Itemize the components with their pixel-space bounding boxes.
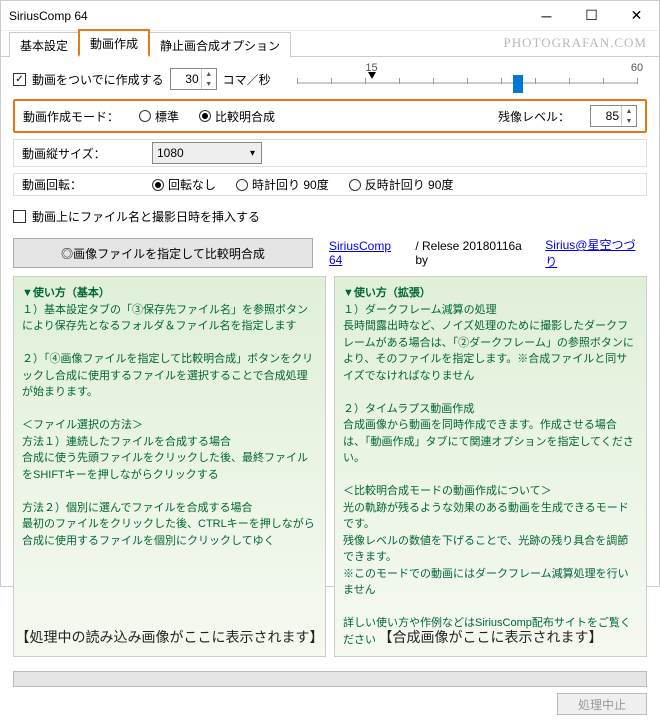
rot-radio-cw[interactable] (236, 179, 248, 191)
select-files-button[interactable]: ◎画像ファイルを指定して比較明合成 (13, 238, 313, 268)
afterimage-label: 残像レベル： (498, 108, 570, 125)
size-dropdown[interactable]: 1080 (152, 142, 262, 164)
tab-video[interactable]: 動画作成 (78, 29, 150, 57)
mode-radio-std[interactable] (139, 110, 151, 122)
insert-info-checkbox[interactable] (13, 210, 26, 223)
rotation-label: 動画回転： (22, 176, 132, 193)
make-video-label: 動画をついでに作成する (32, 71, 164, 88)
preview-placeholder-left: 【処理中の読み込み画像がここに表示されます】 (14, 627, 325, 648)
insert-info-label: 動画上にファイル名と撮影日時を挿入する (32, 208, 260, 225)
rot-radio-ccw[interactable] (349, 179, 361, 191)
rotation-row: 動画回転： 回転なし 時計回り 90度 反時計回り 90度 (13, 173, 647, 196)
fps-spinner[interactable]: ▲▼ (170, 68, 217, 90)
tab-composite-options[interactable]: 静止画合成オプション (149, 32, 291, 57)
tab-bar: 基本設定 動画作成 静止画合成オプション PHOTOGRAFAN.COM (1, 31, 659, 57)
minimize-button[interactable]: ─ (524, 1, 569, 30)
preview-placeholder-right: 【合成画像がここに表示されます】 (335, 627, 646, 648)
help-panel-right: ▼使い方（拡張） １）ダークフレーム減算の処理 長時間露出時など、ノイズ処理のた… (334, 276, 647, 657)
fps-input[interactable] (171, 69, 201, 89)
afterimage-input[interactable] (591, 106, 621, 126)
link-siriuscomp[interactable]: SiriusComp 64 (329, 239, 407, 267)
afterimage-spinner[interactable]: ▲▼ (590, 105, 637, 127)
down-arrow-icon[interactable]: ▼ (202, 79, 216, 89)
cancel-button[interactable]: 処理中止 (557, 693, 647, 715)
help-panel-left: ▼使い方（基本） １）基本設定タブの「③保存先ファイル名」を参照ボタンにより保存… (13, 276, 326, 657)
size-label: 動画縦サイズ： (22, 145, 132, 162)
link-author[interactable]: Sirius@星空つづり (545, 236, 647, 270)
fps-slider[interactable]: 15 60 (297, 64, 637, 94)
titlebar: SiriusComp 64 ─ ☐ ✕ (1, 1, 659, 31)
maximize-button[interactable]: ☐ (569, 1, 614, 30)
close-button[interactable]: ✕ (614, 1, 659, 30)
fps-unit: コマ／秒 (223, 71, 271, 88)
mode-radio-comp[interactable] (199, 110, 211, 122)
slider-thumb[interactable] (513, 75, 523, 93)
watermark: PHOTOGRAFAN.COM (504, 35, 647, 51)
make-video-checkbox[interactable]: ✓ (13, 73, 26, 86)
progress-bar (13, 671, 647, 687)
app-window: SiriusComp 64 ─ ☐ ✕ 基本設定 動画作成 静止画合成オプション… (0, 0, 660, 587)
size-row: 動画縦サイズ： 1080 (13, 139, 647, 167)
release-text: / Relese 20180116a by (415, 239, 537, 267)
up-arrow-icon[interactable]: ▲ (202, 69, 216, 79)
mode-row: 動画作成モード： 標準 比較明合成 残像レベル： ▲▼ (13, 99, 647, 133)
mode-label: 動画作成モード： (23, 108, 119, 125)
tab-basic[interactable]: 基本設定 (9, 32, 79, 57)
slider-marker-icon (368, 72, 376, 79)
window-title: SiriusComp 64 (9, 9, 524, 23)
rot-radio-none[interactable] (152, 179, 164, 191)
